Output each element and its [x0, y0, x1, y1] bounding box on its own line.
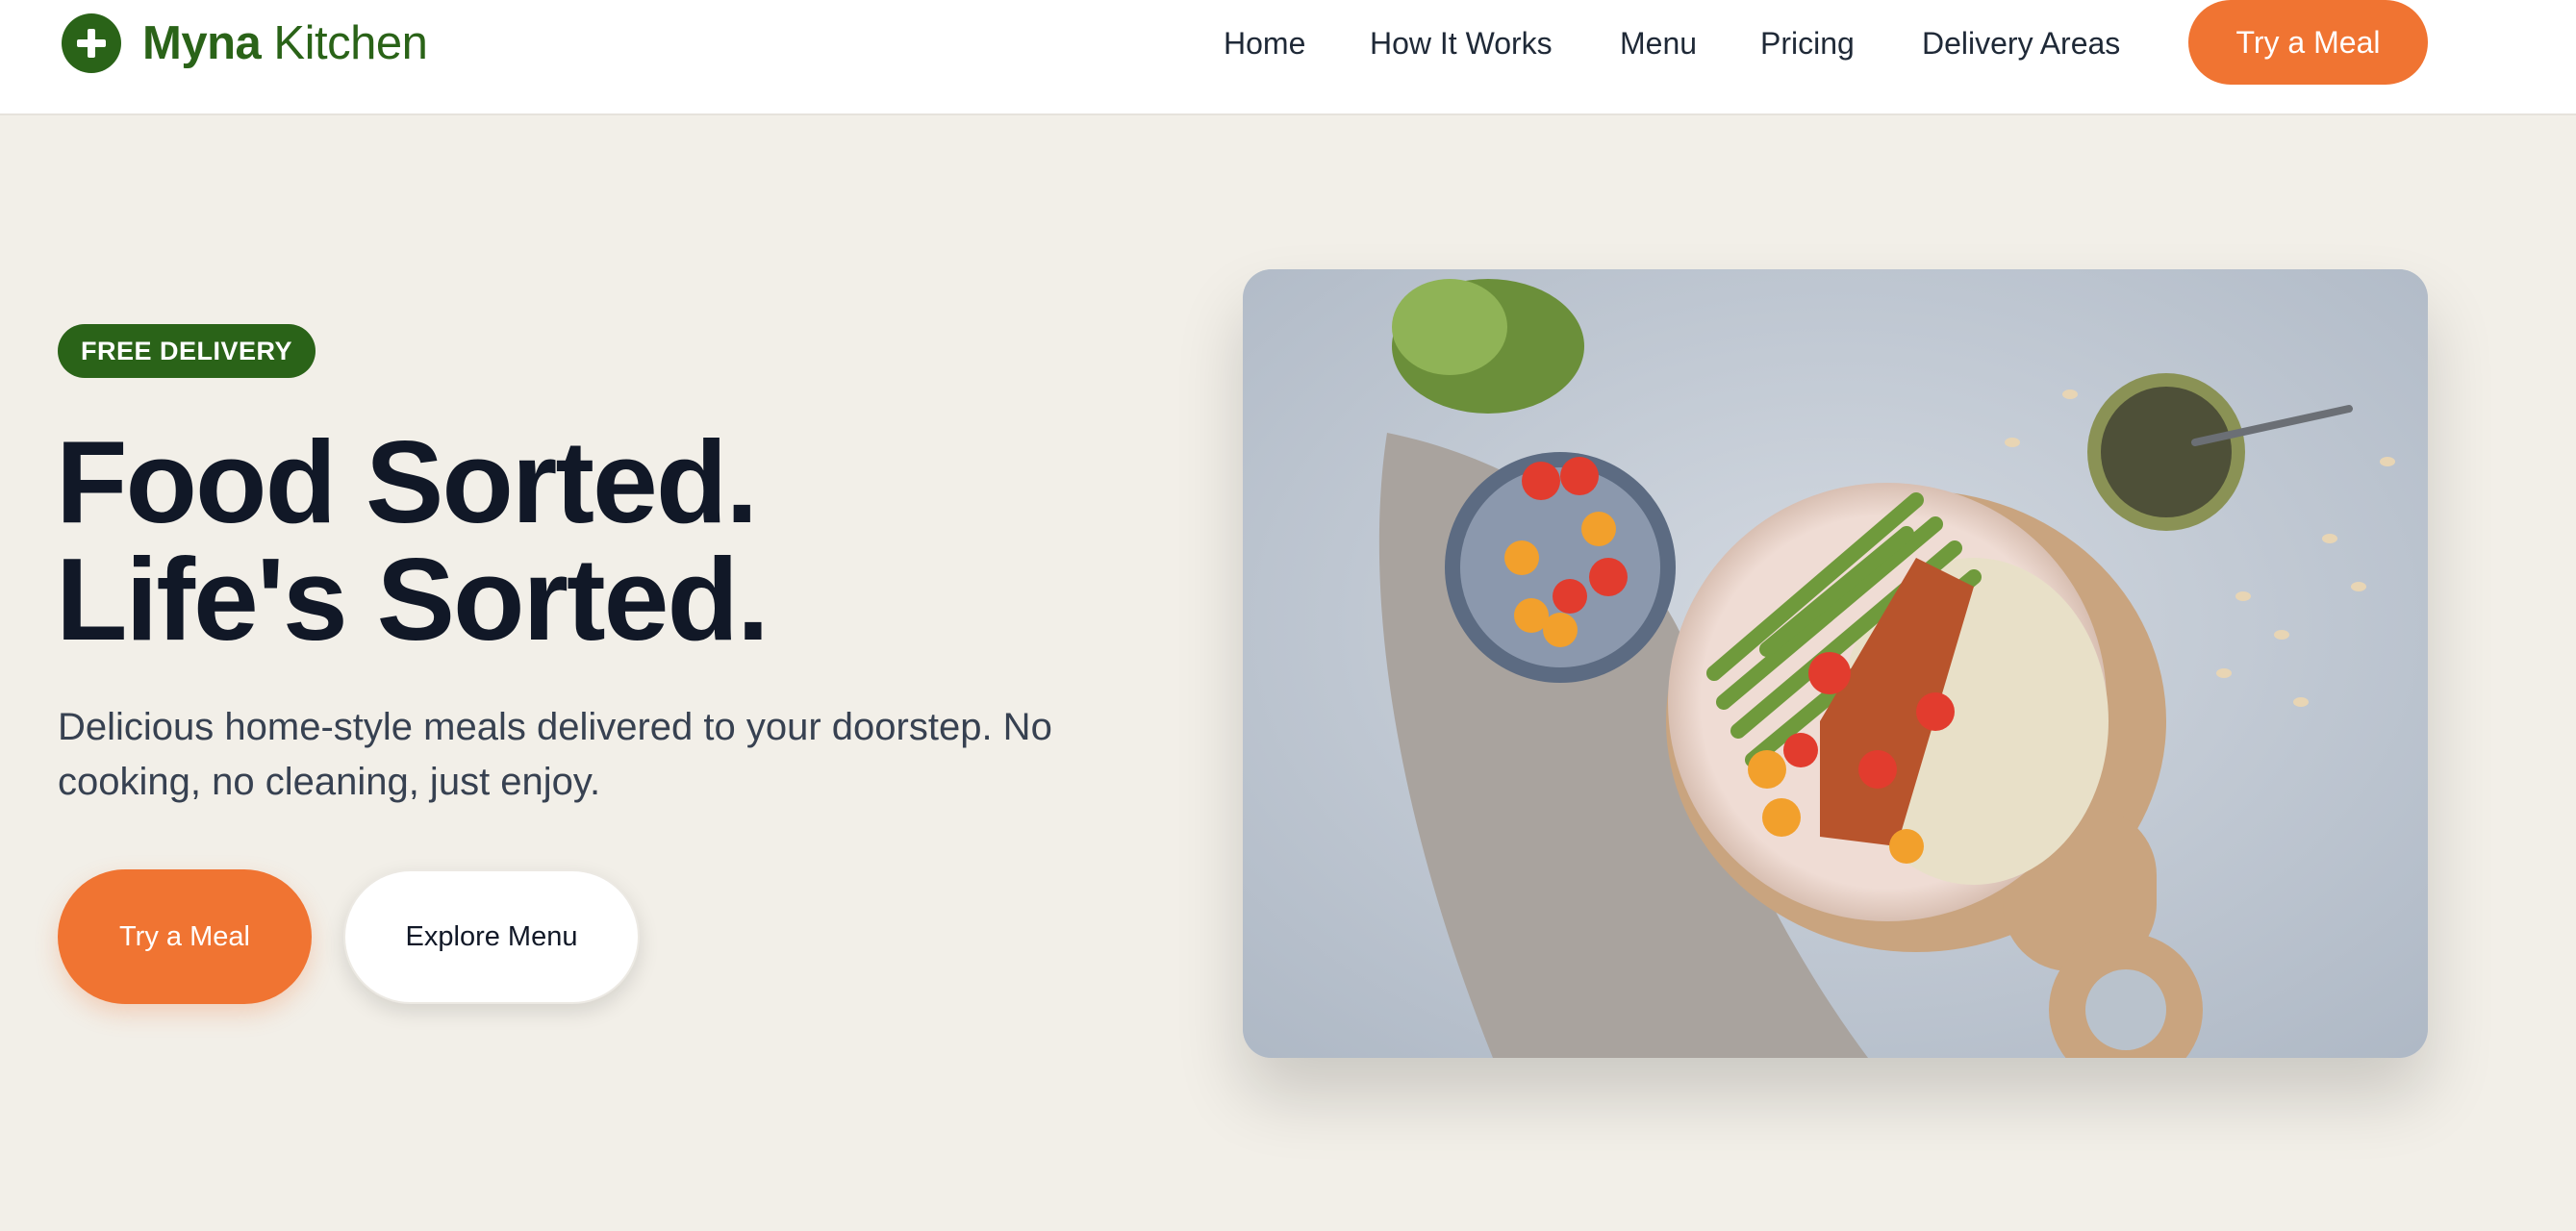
explore-menu-button[interactable]: Explore Menu: [343, 869, 640, 1004]
top-navbar: Myna Kitchen Home How It Works Menu Pric…: [0, 0, 2576, 115]
nav-link-home[interactable]: Home: [1224, 0, 1305, 87]
try-meal-button[interactable]: Try a Meal: [58, 869, 312, 1004]
headline-line-1: Food Sorted.: [56, 416, 758, 547]
hero-subtext: Delicious home-style meals delivered to …: [58, 706, 1052, 803]
brand-logo[interactable]: Myna Kitchen: [62, 13, 428, 73]
nav-link-pricing[interactable]: Pricing: [1760, 0, 1855, 87]
nav-link-how-it-works[interactable]: How It Works: [1370, 0, 1553, 87]
nav-link-menu[interactable]: Menu: [1620, 0, 1697, 87]
free-delivery-badge: FREE DELIVERY: [58, 324, 316, 378]
food-illustration: [1243, 269, 2428, 1058]
nav-link-delivery-areas[interactable]: Delivery Areas: [1922, 0, 2120, 87]
plus-circle-icon: [62, 13, 121, 73]
headline-line-2: Life's Sorted.: [56, 534, 770, 665]
brand-name: Myna Kitchen: [142, 17, 428, 69]
hero-food-image: [1243, 269, 2428, 1058]
nav-try-meal-button[interactable]: Try a Meal: [2188, 0, 2428, 85]
hero-headline: Food Sorted. Life's Sorted.: [56, 416, 770, 665]
